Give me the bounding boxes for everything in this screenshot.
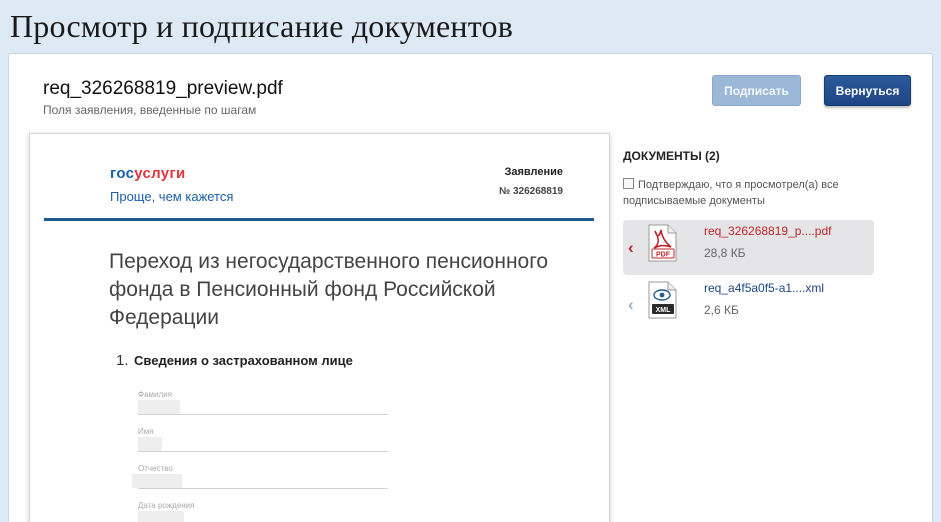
document-name[interactable]: req_326268819_p....pdf xyxy=(704,224,831,238)
field-label: Фамилия xyxy=(138,390,172,399)
pdf-file-icon: PDF xyxy=(648,224,677,262)
document-panel: req_326268819_preview.pdf Поля заявления… xyxy=(8,53,933,522)
field-patronymic: Отчество xyxy=(132,464,388,489)
field-underline xyxy=(138,451,388,452)
confirm-checkbox[interactable] xyxy=(623,178,634,189)
section-title: Сведения о застрахованном лице xyxy=(134,353,353,368)
back-button[interactable]: Вернуться xyxy=(824,75,911,106)
statement-label: Заявление xyxy=(504,166,563,178)
field-label: Имя xyxy=(138,427,154,436)
field-first-name: Имя xyxy=(138,427,388,452)
confirm-checkbox-row[interactable]: Подтверждаю, что я просмотрел(а) все под… xyxy=(623,177,883,209)
document-size: 2,6 КБ xyxy=(704,303,739,317)
field-last-name: Фамилия xyxy=(138,390,388,415)
header-divider xyxy=(44,218,594,221)
page-title: Просмотр и подписание документов xyxy=(10,8,514,44)
field-value-redacted xyxy=(138,511,184,522)
document-preview[interactable]: госуслуги Проще, чем кажется Заявление №… xyxy=(29,133,610,522)
file-subtitle: Поля заявления, введенные по шагам xyxy=(43,103,257,117)
statement-number: № 326268819 xyxy=(499,186,563,197)
logo-part-gos: гос xyxy=(110,165,135,182)
chevron-left-icon: ‹ xyxy=(628,295,634,314)
field-label: Дата рождения xyxy=(138,501,195,510)
document-size: 28,8 КБ xyxy=(704,246,746,260)
document-name[interactable]: req_a4f5a0f5-a1....xml xyxy=(704,281,824,295)
document-item-pdf[interactable]: ‹ PDF req_326268819_p....pdf 28,8 КБ xyxy=(623,220,874,275)
document-heading: Переход из негосударственного пенсионног… xyxy=(109,250,549,329)
confirm-text: Подтверждаю, что я просмотрел(а) все под… xyxy=(623,179,839,207)
xml-file-icon: XML xyxy=(648,281,677,319)
chevron-left-icon: ‹ xyxy=(628,238,634,257)
svg-text:XML: XML xyxy=(656,307,672,314)
svg-text:PDF: PDF xyxy=(656,252,671,259)
field-value-redacted xyxy=(138,400,180,414)
field-birth-date: Дата рождения xyxy=(138,501,388,522)
gosuslugi-logo: госуслуги xyxy=(110,165,186,182)
documents-header: ДОКУМЕНТЫ (2) xyxy=(623,149,720,163)
logo-slogan: Проще, чем кажется xyxy=(110,189,234,204)
file-title: req_326268819_preview.pdf xyxy=(43,78,283,99)
section-number: 1. xyxy=(116,352,129,369)
field-underline xyxy=(138,414,388,415)
field-underline xyxy=(138,488,388,489)
document-item-xml[interactable]: ‹ XML req_a4f5a0f5-a1....xml 2,6 КБ xyxy=(623,277,874,332)
field-value-redacted xyxy=(132,474,182,488)
field-value-redacted xyxy=(138,437,162,451)
field-label: Отчество xyxy=(138,464,173,473)
sign-button[interactable]: Подписать xyxy=(712,75,801,106)
logo-part-uslugi: услуги xyxy=(134,165,186,182)
